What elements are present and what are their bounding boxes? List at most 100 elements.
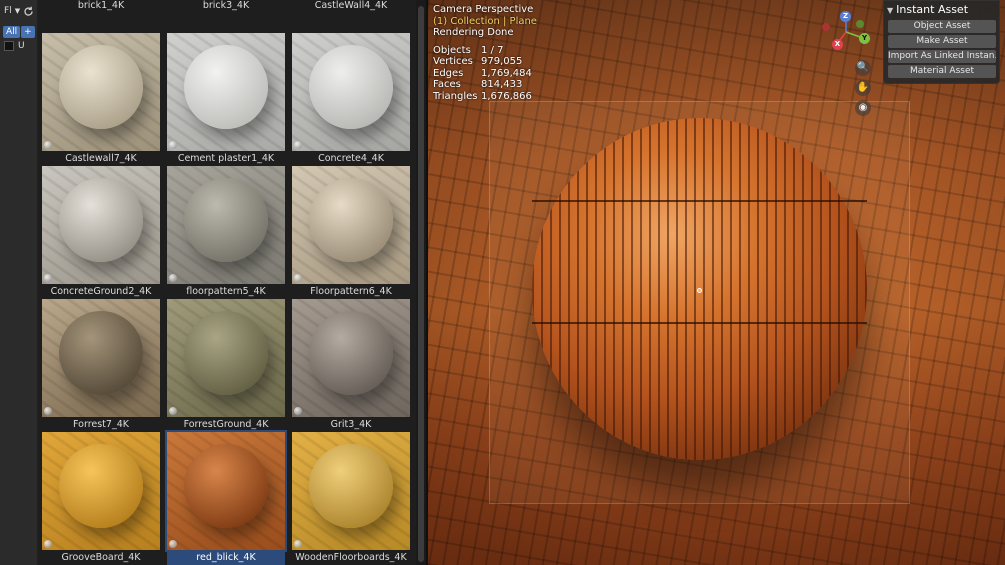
unassigned-label: U bbox=[18, 41, 25, 51]
gizmo-x-axis[interactable]: X bbox=[832, 39, 843, 50]
viewport-nav-buttons: 🔍 ✋ ◉ bbox=[855, 60, 871, 120]
asset-tile[interactable]: WoodenFloorboards_4K bbox=[292, 432, 410, 565]
asset-name: Grit3_4K bbox=[330, 419, 372, 430]
asset-tile[interactable]: Concrete4_4K bbox=[292, 33, 410, 166]
asset-tile[interactable]: Castlewall7_4K bbox=[42, 33, 160, 166]
render-status: Rendering Done bbox=[433, 27, 514, 38]
browser-scrollbar[interactable] bbox=[416, 0, 426, 565]
asset-tile[interactable]: floorpattern5_4K bbox=[167, 166, 285, 299]
asset-tile[interactable]: ConcreteGround2_4K bbox=[42, 166, 160, 299]
make-asset-button[interactable]: Make Asset bbox=[888, 35, 996, 48]
object-asset-button[interactable]: Object Asset bbox=[888, 20, 996, 33]
material-icon bbox=[44, 141, 52, 149]
chevron-down-icon[interactable]: ▼ bbox=[887, 6, 893, 15]
panel-header[interactable]: ▼ Instant Asset bbox=[884, 1, 999, 18]
stat-value: 814,433 bbox=[481, 79, 523, 90]
material-icon bbox=[294, 274, 302, 282]
asset-name: ConcreteGround2_4K bbox=[50, 286, 152, 297]
asset-thumbnail[interactable] bbox=[42, 432, 160, 550]
hand-pan-icon[interactable]: ✋ bbox=[855, 80, 871, 96]
filter-all-button[interactable]: All bbox=[3, 26, 21, 38]
stat-label: Faces bbox=[433, 79, 461, 90]
stat-value: 1,676,866 bbox=[481, 90, 532, 102]
instant-asset-panel: ▼ Instant Asset Object Asset Make Asset I… bbox=[883, 0, 1000, 84]
asset-tile[interactable]: Forrest7_4K bbox=[42, 299, 160, 432]
material-icon bbox=[294, 407, 302, 415]
stat-label: Vertices bbox=[433, 56, 473, 67]
stat-label: Triangles bbox=[433, 90, 478, 102]
asset-name: CastleWall4_4K bbox=[314, 0, 388, 11]
material-icon bbox=[44, 274, 52, 282]
camera-icon[interactable]: ◉ bbox=[855, 100, 871, 116]
gizmo-neg-x[interactable] bbox=[822, 23, 830, 31]
material-icon bbox=[44, 407, 52, 415]
object-origin bbox=[697, 288, 702, 293]
sidebar-header: Fl ▼ bbox=[0, 0, 37, 22]
chevron-down-icon[interactable]: ▼ bbox=[15, 7, 20, 15]
asset-thumbnail[interactable] bbox=[42, 166, 160, 284]
import-linked-instance-button[interactable]: Import As Linked Instan... bbox=[888, 50, 996, 63]
material-icon bbox=[169, 274, 177, 282]
asset-tile[interactable]: ForrestGround_4K bbox=[167, 299, 285, 432]
asset-name: ForrestGround_4K bbox=[183, 419, 269, 430]
unassigned-checkbox[interactable] bbox=[4, 41, 14, 51]
asset-tile[interactable]: Cement plaster1_4K bbox=[167, 33, 285, 166]
asset-thumbnail[interactable] bbox=[167, 33, 285, 151]
asset-thumbnail[interactable] bbox=[165, 430, 287, 552]
material-sphere-preview bbox=[59, 178, 143, 262]
stat-value: 1 / 7 bbox=[481, 44, 504, 56]
asset-tile[interactable]: brick3_4K bbox=[167, 0, 285, 13]
asset-tile[interactable]: CastleWall4_4K bbox=[292, 0, 410, 13]
scene-statistics: Objects 1 / 7 Vertices 979,055 Edges 1,769,48… bbox=[433, 45, 537, 103]
asset-name: Castlewall7_4K bbox=[65, 153, 137, 164]
asset-tile[interactable]: Grit3_4K bbox=[292, 299, 410, 432]
active-collection: (1) Collection | Plane bbox=[433, 15, 537, 27]
editor-type-dropdown[interactable]: Fl bbox=[4, 6, 12, 16]
asset-thumbnail[interactable] bbox=[292, 33, 410, 151]
asset-tile[interactable]: red_blick_4K bbox=[165, 430, 287, 565]
material-icon bbox=[169, 407, 177, 415]
catalog-sidebar: Fl ▼ All + U bbox=[0, 0, 38, 565]
asset-thumbnail[interactable] bbox=[167, 299, 285, 417]
asset-tile[interactable]: Floorpattern6_4K bbox=[292, 166, 410, 299]
stat-label: Objects bbox=[433, 44, 471, 56]
material-sphere-preview bbox=[184, 178, 268, 262]
scrollbar-thumb[interactable] bbox=[418, 6, 424, 562]
asset-name: Floorpattern6_4K bbox=[310, 286, 392, 297]
refresh-icon[interactable] bbox=[23, 6, 34, 17]
asset-name: red_blick_4K bbox=[167, 550, 285, 565]
material-sphere-preview bbox=[59, 311, 143, 395]
asset-name: Forrest7_4K bbox=[73, 419, 129, 430]
asset-thumbnail[interactable] bbox=[292, 299, 410, 417]
asset-name: WoodenFloorboards_4K bbox=[295, 552, 407, 563]
asset-name: Concrete4_4K bbox=[318, 153, 384, 164]
asset-name: brick1_4K bbox=[77, 0, 125, 11]
asset-thumbnail[interactable] bbox=[167, 166, 285, 284]
gizmo-neg-y[interactable] bbox=[856, 20, 864, 28]
material-sphere-preview bbox=[309, 178, 393, 262]
material-asset-button[interactable]: Material Asset bbox=[888, 65, 996, 78]
gizmo-y-axis[interactable]: Y bbox=[859, 33, 870, 44]
asset-thumbnail[interactable] bbox=[292, 166, 410, 284]
gizmo-z-axis[interactable]: Z bbox=[840, 11, 851, 22]
navigation-gizmo[interactable]: Z Y X bbox=[818, 8, 874, 58]
asset-tile[interactable]: GrooveBoard_4K bbox=[42, 432, 160, 565]
add-filter-button[interactable]: + bbox=[21, 26, 35, 38]
material-sphere-preview bbox=[184, 311, 268, 395]
stat-value: 1,769,484 bbox=[481, 67, 532, 79]
material-sphere-preview bbox=[184, 45, 268, 129]
view-name: Camera Perspective bbox=[433, 4, 534, 15]
material-sphere-preview bbox=[309, 311, 393, 395]
material-icon bbox=[169, 540, 177, 548]
asset-thumbnail[interactable] bbox=[42, 299, 160, 417]
asset-thumbnail[interactable] bbox=[292, 432, 410, 550]
asset-name: GrooveBoard_4K bbox=[61, 552, 141, 563]
zoom-icon[interactable]: 🔍 bbox=[855, 60, 871, 76]
asset-name: brick3_4K bbox=[202, 0, 250, 11]
asset-browser-grid: brick1_4K brick3_4K CastleWall4_4K Castlewa… bbox=[38, 0, 426, 565]
asset-thumbnail[interactable] bbox=[42, 33, 160, 151]
viewport-overlay-text: Camera Perspective (1) Collection | Plan… bbox=[433, 4, 537, 102]
material-icon bbox=[294, 141, 302, 149]
material-sphere-preview bbox=[59, 45, 143, 129]
asset-tile[interactable]: brick1_4K bbox=[42, 0, 160, 13]
